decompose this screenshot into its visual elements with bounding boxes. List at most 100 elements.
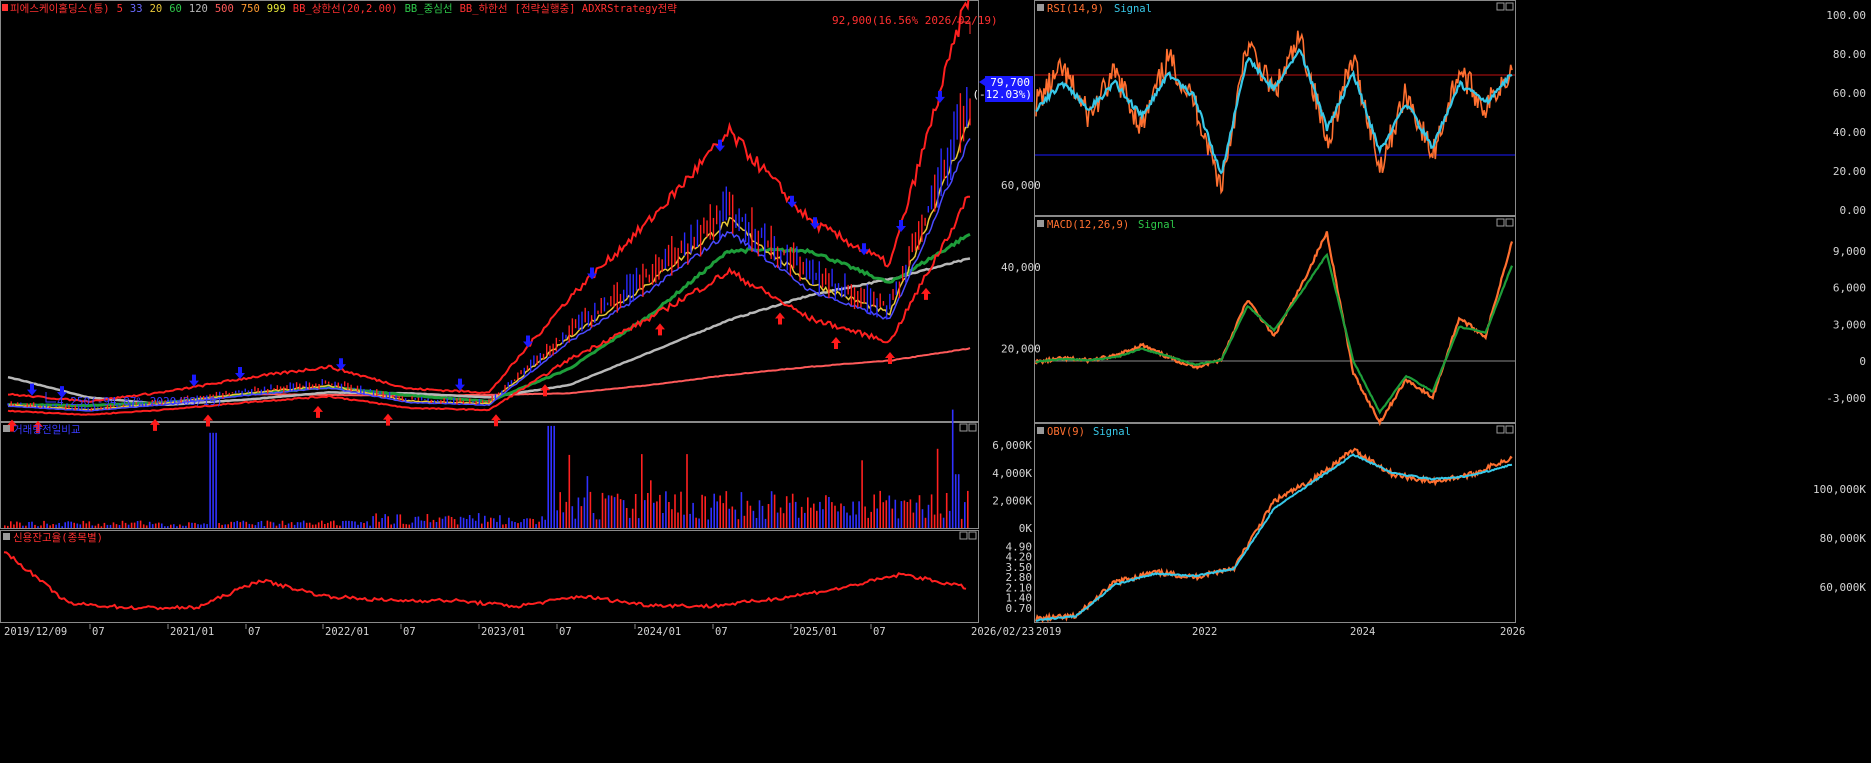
right-tick-label: 0 xyxy=(1859,355,1866,368)
volume-bar xyxy=(725,491,728,528)
volume-bar xyxy=(179,524,181,528)
volume-bar xyxy=(408,524,411,528)
volume-bar xyxy=(674,494,676,528)
volume-bar xyxy=(31,521,33,528)
volume-bar xyxy=(951,409,954,528)
volume-bar xyxy=(722,503,725,528)
volume-bar xyxy=(665,491,667,528)
volume-bar xyxy=(942,517,945,528)
volume-bar xyxy=(94,525,97,528)
x-tick-label: 2019 xyxy=(1036,626,1061,638)
volume-bar xyxy=(164,526,166,528)
volume-bar xyxy=(761,505,764,528)
volume-bar xyxy=(641,454,643,528)
volume-bar xyxy=(242,520,245,528)
volume-bar xyxy=(737,519,740,528)
volume-bar xyxy=(810,507,812,528)
volume-bar xyxy=(64,522,66,528)
volume-bar xyxy=(644,500,646,528)
minimize-button xyxy=(1496,2,1505,11)
volume-bar xyxy=(964,502,966,528)
volume-bar xyxy=(396,514,398,528)
right-tick-label: 6,000 xyxy=(1833,282,1866,295)
volume-bar xyxy=(76,523,79,528)
x-tick-label: 07 xyxy=(92,626,105,638)
volume-bar xyxy=(474,520,477,528)
volume-tick-label: 2,000K xyxy=(992,494,1032,507)
volume-bar xyxy=(849,515,851,528)
volume-bar xyxy=(556,510,558,528)
volume-bar xyxy=(22,525,24,528)
volume-bar xyxy=(46,523,48,528)
volume-bar xyxy=(634,494,637,528)
right-tick-label: 20.00 xyxy=(1833,165,1866,178)
volume-bar xyxy=(414,516,417,528)
volume-bar xyxy=(314,524,317,528)
price-tick-label: 60,000 xyxy=(1001,179,1041,192)
volume-bar xyxy=(127,524,130,528)
volume-bar xyxy=(393,523,395,528)
volume-bar xyxy=(197,524,199,528)
volume-bar xyxy=(103,522,106,528)
volume-bar xyxy=(330,521,332,528)
volume-bar xyxy=(586,476,589,528)
volume-bar xyxy=(450,517,453,528)
volume-bar xyxy=(13,524,15,528)
volume-bar xyxy=(731,506,734,528)
volume-bar xyxy=(456,524,459,528)
volume-bar xyxy=(785,496,788,528)
volume-bar xyxy=(517,523,519,528)
credit-tick-label: 0.70 xyxy=(1006,602,1033,615)
volume-bar xyxy=(743,515,746,528)
volume-bar xyxy=(927,504,930,528)
minimize-button xyxy=(959,423,968,432)
volume-bar xyxy=(227,524,229,528)
volume-bar xyxy=(462,517,465,528)
close-button xyxy=(1505,218,1514,227)
volume-bar xyxy=(360,522,362,528)
right-tick-label: 60.00 xyxy=(1833,87,1866,100)
volume-tick-label: 4,000K xyxy=(992,467,1032,480)
volume-bar xyxy=(897,518,900,528)
volume-bar xyxy=(287,523,290,528)
volume-bar xyxy=(40,525,42,528)
volume-bar xyxy=(846,512,848,528)
volume-bar xyxy=(70,521,72,528)
volume-bar xyxy=(834,505,836,528)
volume-bar xyxy=(148,521,151,528)
volume-bar xyxy=(115,524,118,528)
volume-bar xyxy=(43,520,45,528)
volume-bar xyxy=(782,513,785,528)
volume-bar xyxy=(559,492,561,528)
volume-bar xyxy=(188,522,190,528)
volume-bar xyxy=(939,513,942,528)
volume-bar xyxy=(293,524,296,528)
volume-bar xyxy=(55,524,57,528)
volume-bar xyxy=(520,522,522,528)
volume-bar xyxy=(918,495,921,528)
volume-bar xyxy=(290,522,293,528)
volume-bar xyxy=(547,425,549,528)
volume-bar xyxy=(133,522,136,528)
volume-bar xyxy=(903,500,906,528)
title-item: [전략실행중] ADXRStrategy전략 xyxy=(515,3,678,15)
volume-bar xyxy=(816,510,818,528)
volume-bar xyxy=(580,506,583,528)
volume-bar xyxy=(185,525,187,528)
volume-bar xyxy=(444,516,447,528)
volume-bar xyxy=(773,494,776,528)
volume-bar xyxy=(945,493,948,528)
volume-bar xyxy=(254,525,257,528)
x-tick-label: 07 xyxy=(873,626,886,638)
volume-bar xyxy=(221,524,223,528)
volume-bar xyxy=(541,516,543,528)
volume-bar xyxy=(879,490,881,528)
volume-bar xyxy=(755,518,758,528)
volume-bar xyxy=(583,497,586,528)
legend-marker xyxy=(1037,427,1044,434)
volume-bar xyxy=(224,524,226,528)
volume-bar xyxy=(776,512,779,528)
close-button xyxy=(1505,2,1514,11)
volume-bar xyxy=(10,521,12,528)
right-tick-label: 80.00 xyxy=(1833,48,1866,61)
